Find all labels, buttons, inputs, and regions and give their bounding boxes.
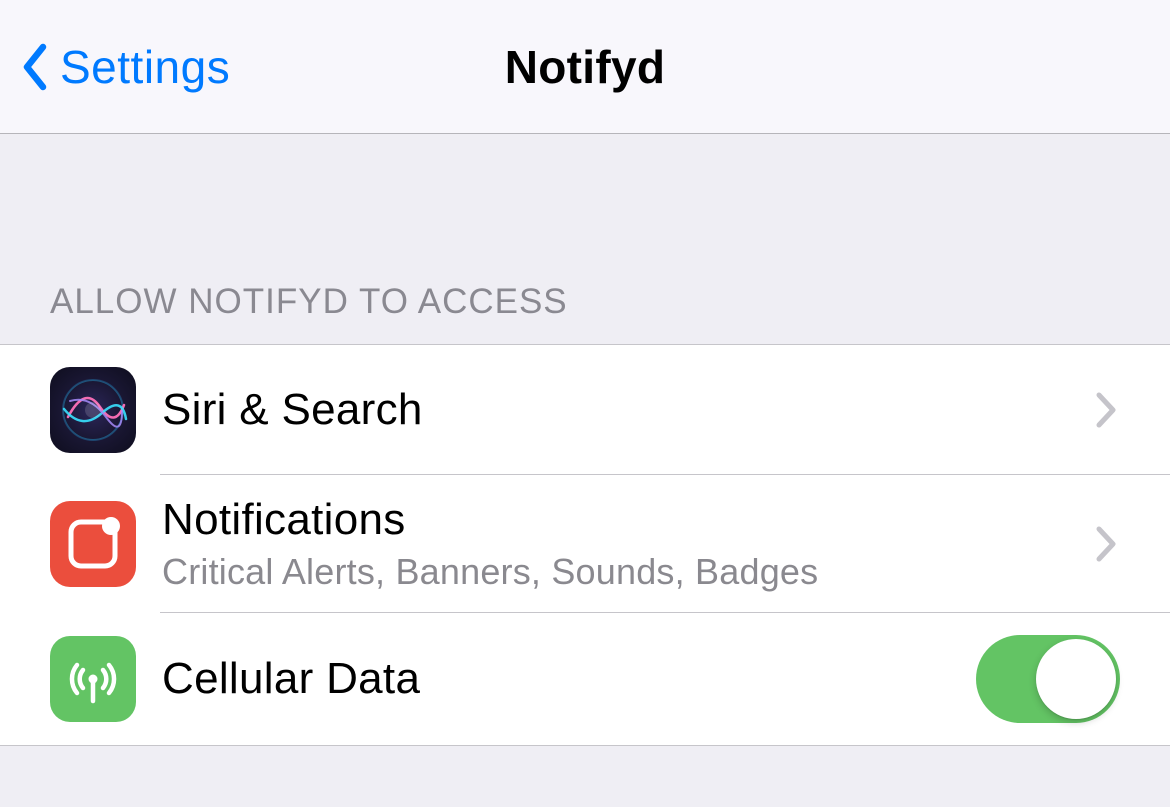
row-subtitle: Critical Alerts, Banners, Sounds, Badges: [162, 551, 1092, 593]
row-title: Notifications: [162, 495, 1092, 545]
cellular-icon: [50, 636, 136, 722]
row-text: Notifications Critical Alerts, Banners, …: [162, 495, 1092, 593]
row-cellular-data: Cellular Data: [0, 613, 1170, 745]
chevron-right-icon: [1092, 388, 1120, 432]
row-title: Siri & Search: [162, 385, 1092, 435]
cellular-data-toggle[interactable]: [976, 635, 1120, 723]
chevron-left-icon: [20, 42, 50, 92]
notifications-icon: [50, 501, 136, 587]
back-label: Settings: [60, 40, 230, 94]
row-siri-search[interactable]: Siri & Search: [0, 345, 1170, 475]
row-title: Cellular Data: [162, 654, 976, 704]
toggle-knob: [1036, 639, 1116, 719]
siri-icon: [50, 367, 136, 453]
settings-list: Siri & Search Notifications Critical Ale…: [0, 344, 1170, 746]
section-header: ALLOW NOTIFYD TO ACCESS: [0, 134, 1170, 344]
page-title: Notifyd: [505, 40, 666, 94]
navbar: Settings Notifyd: [0, 0, 1170, 134]
row-text: Cellular Data: [162, 654, 976, 704]
back-button[interactable]: Settings: [20, 40, 230, 94]
chevron-right-icon: [1092, 522, 1120, 566]
row-notifications[interactable]: Notifications Critical Alerts, Banners, …: [0, 475, 1170, 613]
row-text: Siri & Search: [162, 385, 1092, 435]
